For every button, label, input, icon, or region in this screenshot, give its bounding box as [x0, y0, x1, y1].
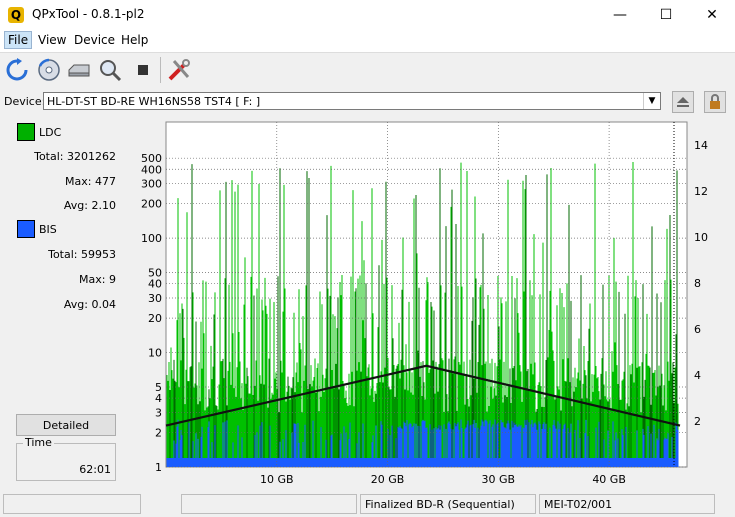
chevron-down-icon[interactable]: ▼ [643, 93, 660, 109]
app-icon: Q [8, 7, 24, 23]
y-left-tick-label: 20 [148, 312, 162, 325]
eject-icon [677, 97, 689, 107]
time-box: Time 62:01 [16, 436, 116, 481]
menu-help[interactable]: Help [121, 33, 148, 47]
x-tick-label: 40 GB [592, 473, 626, 486]
y-right-tick-label: 12 [694, 185, 708, 198]
y-left-tick-label: 200 [141, 198, 162, 211]
bis-label: BIS [39, 223, 57, 236]
y-left-tick-label: 5 [155, 381, 162, 394]
status-media-id: MEI-T02/001 [539, 494, 715, 514]
toolbar [0, 52, 735, 87]
window-title: QPxTool - 0.8.1-pl2 [32, 7, 145, 21]
y-left-tick-label: 1 [155, 461, 162, 474]
ldc-avg: Avg: 2.10 [63, 199, 116, 212]
status-cell-1 [3, 494, 141, 514]
ldc-max: Max: 477 [65, 175, 116, 188]
y-left-tick-label: 40 [148, 278, 162, 291]
ldc-color-swatch [17, 123, 35, 141]
device-value: HL-DT-ST BD-RE WH16NS58 TST4 [ F: ] [47, 95, 261, 108]
x-tick-label: 20 GB [371, 473, 405, 486]
bis-color-swatch [17, 220, 35, 238]
close-button[interactable]: ✕ [689, 0, 735, 30]
stats-panel: LDC Total: 3201262 Max: 477 Avg: 2.10 BI… [8, 120, 120, 485]
maximize-button[interactable]: ☐ [643, 0, 689, 30]
ldc-label: LDC [39, 126, 62, 139]
time-label: Time [23, 436, 54, 449]
y-right-tick-label: 2 [694, 415, 701, 428]
x-tick-label: 10 GB [260, 473, 294, 486]
device-label: Device: [4, 95, 46, 108]
bis-max: Max: 9 [79, 273, 116, 286]
menu-view[interactable]: View [38, 33, 66, 47]
bis-total: Total: 59953 [48, 248, 116, 261]
y-right-tick-label: 10 [694, 231, 708, 244]
y-left-tick-label: 2 [155, 427, 162, 440]
status-bar: Finalized BD-R (Sequential) MEI-T02/001 [0, 492, 735, 517]
scan-chart: 1 2 3 4 5 10 20 30 40 50 100 200 300 400 500 10 GB 20 GB… [125, 118, 730, 488]
y-right-tick-label: 8 [694, 277, 701, 290]
eject-button[interactable] [672, 91, 694, 113]
y-left-tick-label: 500 [141, 152, 162, 165]
y-right-tick-label: 14 [694, 139, 708, 152]
y-left-tick-label: 30 [148, 292, 162, 305]
drive-icon[interactable] [66, 57, 92, 83]
x-tick-label: 30 GB [482, 473, 516, 486]
y-left-tick-label: 3 [155, 406, 162, 419]
bis-avg: Avg: 0.04 [63, 298, 116, 311]
status-disc-type: Finalized BD-R (Sequential) [360, 494, 536, 514]
ldc-total: Total: 3201262 [34, 150, 116, 163]
y-right-tick-label: 6 [694, 323, 701, 336]
disc-scan-icon[interactable] [36, 57, 62, 83]
device-select[interactable]: HL-DT-ST BD-RE WH16NS58 TST4 [ F: ] ▼ [43, 92, 661, 110]
lock-button[interactable] [704, 91, 726, 113]
y-left-tick-label: 10 [148, 347, 162, 360]
menu-device[interactable]: Device [74, 33, 115, 47]
device-bar: Device: HL-DT-ST BD-RE WH16NS58 TST4 [ F… [0, 88, 735, 116]
refresh-icon[interactable] [4, 57, 30, 83]
time-value: 62:01 [79, 463, 111, 476]
y-left-tick-label: 100 [141, 232, 162, 245]
status-cell-2 [181, 494, 357, 514]
tools-icon[interactable] [166, 57, 192, 83]
minimize-button[interactable]: — [597, 0, 643, 30]
menu-file[interactable]: File [4, 31, 33, 49]
y-left-tick-label: 300 [141, 178, 162, 191]
stop-icon[interactable] [130, 57, 156, 83]
toolbar-separator [160, 57, 161, 83]
zoom-icon[interactable] [97, 57, 123, 83]
title-bar: Q QPxTool - 0.8.1-pl2 — ☐ ✕ [0, 0, 735, 30]
y-left-tick-label: 4 [155, 392, 162, 405]
lock-icon [710, 94, 720, 109]
scan-chart-svg: 12345102030405010020030040050010 GB 20 GB… [141, 121, 708, 486]
y-left-tick-label: 400 [141, 163, 162, 176]
menu-bar: File View Device Help [0, 30, 735, 52]
y-left-tick-label: 50 [148, 267, 162, 280]
detailed-button[interactable]: Detailed [16, 414, 116, 436]
y-right-tick-label: 4 [694, 369, 701, 382]
